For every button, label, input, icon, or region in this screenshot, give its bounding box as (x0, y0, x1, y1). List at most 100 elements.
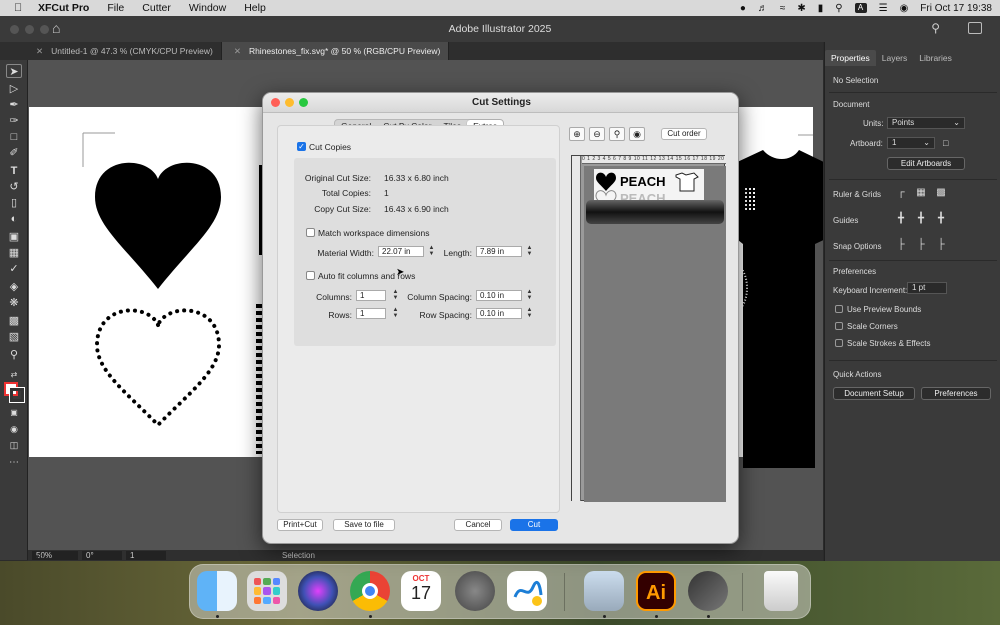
warp-tool-icon[interactable]: ◐ (6, 212, 22, 226)
panels-icon[interactable] (968, 22, 982, 34)
units-dropdown[interactable]: Points ⌄ (887, 117, 965, 129)
cancel-button[interactable]: Cancel (454, 519, 502, 531)
input-source-badge[interactable]: A (854, 3, 867, 13)
zoom-fit-icon[interactable]: ⚲ (609, 127, 625, 141)
screen-mode-icon[interactable]: ◫ (6, 438, 22, 452)
artboard-options-icon[interactable]: □ (943, 138, 948, 148)
menu-window[interactable]: Window (189, 2, 226, 14)
column-spacing-stepper[interactable]: ▲ ▼ (526, 289, 533, 301)
artboard-tool-icon[interactable]: ▩ (6, 314, 22, 328)
snap-to-point-icon[interactable]: ├ (895, 239, 907, 251)
selection-tool-icon[interactable]: ➤ (6, 64, 22, 78)
zoom-tool-icon[interactable]: ⚲ (6, 348, 22, 362)
material-width-input[interactable]: 22.07 in (378, 246, 424, 257)
color-mode-icon[interactable]: ▣ (6, 406, 22, 420)
symbol-sprayer-tool-icon[interactable]: ❋ (6, 296, 22, 310)
battery-icon[interactable]: ▮ (818, 3, 824, 14)
length-input[interactable]: 7.89 in (476, 246, 522, 257)
chrome-icon[interactable] (350, 571, 390, 611)
finder-icon[interactable] (197, 571, 237, 611)
xfcut-pro-icon[interactable] (688, 571, 728, 611)
swap-colors-icon[interactable]: ⇄ (6, 368, 22, 382)
menu-file[interactable]: File (107, 2, 124, 14)
type-tool-icon[interactable]: T (6, 164, 22, 178)
blend-tool-icon[interactable]: ◈ (6, 280, 22, 294)
paintbrush-tool-icon[interactable]: ✐ (6, 146, 22, 160)
close-tab-icon[interactable]: ✕ (234, 46, 241, 56)
lock-guides-icon[interactable]: ╋ (935, 213, 947, 225)
direct-selection-tool-icon[interactable]: ▷ (6, 82, 22, 96)
artboard-1[interactable] (29, 107, 269, 457)
menu-app-name[interactable]: XFCut Pro (38, 2, 89, 14)
curvature-tool-icon[interactable]: ✑ (6, 114, 22, 128)
trash-icon[interactable] (764, 571, 798, 611)
snap-to-grid-icon[interactable]: ├ (915, 239, 927, 251)
column-spacing-input[interactable]: 0.10 in (476, 290, 522, 301)
stroke-swatch[interactable] (9, 387, 25, 403)
dialog-zoom-button[interactable] (299, 98, 308, 107)
save-to-file-button[interactable]: Save to file (333, 519, 395, 531)
transparency-grid-icon[interactable]: ▩ (935, 187, 947, 199)
scale-corners-checkbox[interactable] (835, 322, 843, 330)
document-setup-button[interactable]: Document Setup (833, 387, 915, 400)
more-tools-icon[interactable]: ⋯ (6, 456, 22, 470)
tab-layers[interactable]: Layers (876, 50, 914, 66)
rulers-icon[interactable]: ┌ (895, 187, 907, 199)
illustrator-icon[interactable]: Ai (636, 571, 676, 611)
rotate-view-field[interactable]: 0° (82, 551, 122, 560)
launchpad-icon[interactable] (247, 571, 287, 611)
scale-strokes-checkbox[interactable] (835, 339, 843, 347)
zoom-in-icon[interactable]: ⊕ (569, 127, 585, 141)
rotate-tool-icon[interactable]: ↺ (6, 180, 22, 194)
use-preview-bounds-checkbox[interactable] (835, 305, 843, 313)
zoom-actual-icon[interactable]: ◉ (629, 127, 645, 141)
zoom-out-icon[interactable]: ⊖ (589, 127, 605, 141)
siri-icon[interactable] (298, 571, 338, 611)
snap-to-pixel-icon[interactable]: ├ (935, 239, 947, 251)
cut-copies-checkbox[interactable]: ✓ (297, 142, 306, 151)
artboard-dropdown[interactable]: 1 ⌄ (887, 137, 935, 149)
tab-properties[interactable]: Properties (825, 50, 876, 66)
cut-button[interactable]: Cut (510, 519, 558, 531)
rectangle-tool-icon[interactable]: □ (6, 130, 22, 144)
pen-tool-icon[interactable]: ✒ (6, 98, 22, 112)
freeform-icon[interactable] (507, 571, 547, 611)
wifi-icon[interactable]: ≈ (780, 3, 786, 14)
close-tab-icon[interactable]: ✕ (36, 46, 43, 56)
cut-order-button[interactable]: Cut order (661, 128, 707, 140)
siri-menu-icon[interactable]: ◉ (900, 3, 909, 14)
rows-input[interactable]: 1 (356, 308, 386, 319)
preferences-button[interactable]: Preferences (921, 387, 991, 400)
filled-heart[interactable] (95, 162, 221, 289)
record-icon[interactable]: ● (740, 3, 746, 14)
volume-icon[interactable]: ♬ (758, 3, 768, 14)
rhinestone-heart[interactable] (94, 308, 222, 428)
search-icon[interactable]: ⚲ (931, 21, 940, 35)
columns-input[interactable]: 1 (356, 290, 386, 301)
eraser-tool-icon[interactable]: ▯ (6, 196, 22, 210)
control-center-icon[interactable]: ☰ (879, 3, 888, 14)
system-settings-icon[interactable] (455, 571, 495, 611)
mesh-tool-icon[interactable]: ▦ (6, 246, 22, 260)
slice-tool-icon[interactable]: ▧ (6, 330, 22, 344)
next-artboard-icon[interactable]: › ›› (36, 551, 47, 561)
menu-help[interactable]: Help (244, 2, 266, 14)
dialog-minimize-button[interactable] (285, 98, 294, 107)
row-spacing-stepper[interactable]: ▲ ▼ (526, 307, 533, 319)
smart-guides-icon[interactable]: ╋ (915, 213, 927, 225)
apple-icon[interactable]:  (14, 2, 26, 14)
grid-icon[interactable]: ▦ (915, 187, 927, 199)
length-stepper[interactable]: ▲ ▼ (526, 245, 533, 257)
auto-fit-checkbox[interactable] (306, 271, 315, 280)
bluetooth-icon[interactable]: ✱ (797, 3, 805, 14)
menu-cutter[interactable]: Cutter (142, 2, 171, 14)
xfcut-icon[interactable] (584, 571, 624, 611)
draw-mode-icon[interactable]: ◉ (6, 422, 22, 436)
gradient-tool-icon[interactable]: ▣ (6, 230, 22, 244)
doc-tab-rhinestones[interactable]: ✕ Rhinestones_fix.svg* @ 50 % (RGB/CPU Pr… (221, 42, 450, 60)
tab-libraries[interactable]: Libraries (913, 50, 958, 66)
show-guides-icon[interactable]: ╋ (895, 213, 907, 225)
print-cut-button[interactable]: Print+Cut (277, 519, 323, 531)
eyedropper-tool-icon[interactable]: ✓ (6, 262, 22, 276)
edit-artboards-button[interactable]: Edit Artboards (887, 157, 965, 170)
